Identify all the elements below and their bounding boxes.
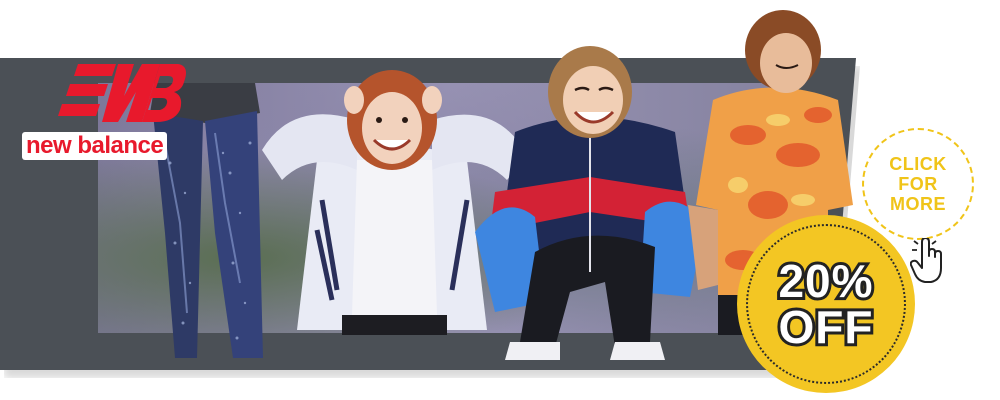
discount-badge[interactable]: 20% OFF bbox=[740, 218, 912, 390]
discount-off-label: OFF bbox=[776, 301, 876, 353]
promo-banner[interactable]: new balance CLICK FOR MORE 20% OFF bbox=[0, 0, 1000, 400]
cta-line-2: FOR bbox=[898, 174, 938, 194]
discount-percent: 20% bbox=[775, 255, 875, 307]
brand-logo[interactable]: new balance bbox=[16, 62, 196, 162]
model-windbreaker-image bbox=[475, 46, 705, 360]
nb-logo-icon bbox=[58, 64, 186, 122]
hand-pointer-icon bbox=[910, 238, 942, 283]
click-for-more-button[interactable]: CLICK FOR MORE bbox=[862, 128, 974, 240]
cta-line-1: CLICK bbox=[889, 154, 947, 174]
brand-name: new balance bbox=[22, 132, 168, 160]
cta-line-3: MORE bbox=[890, 194, 946, 214]
